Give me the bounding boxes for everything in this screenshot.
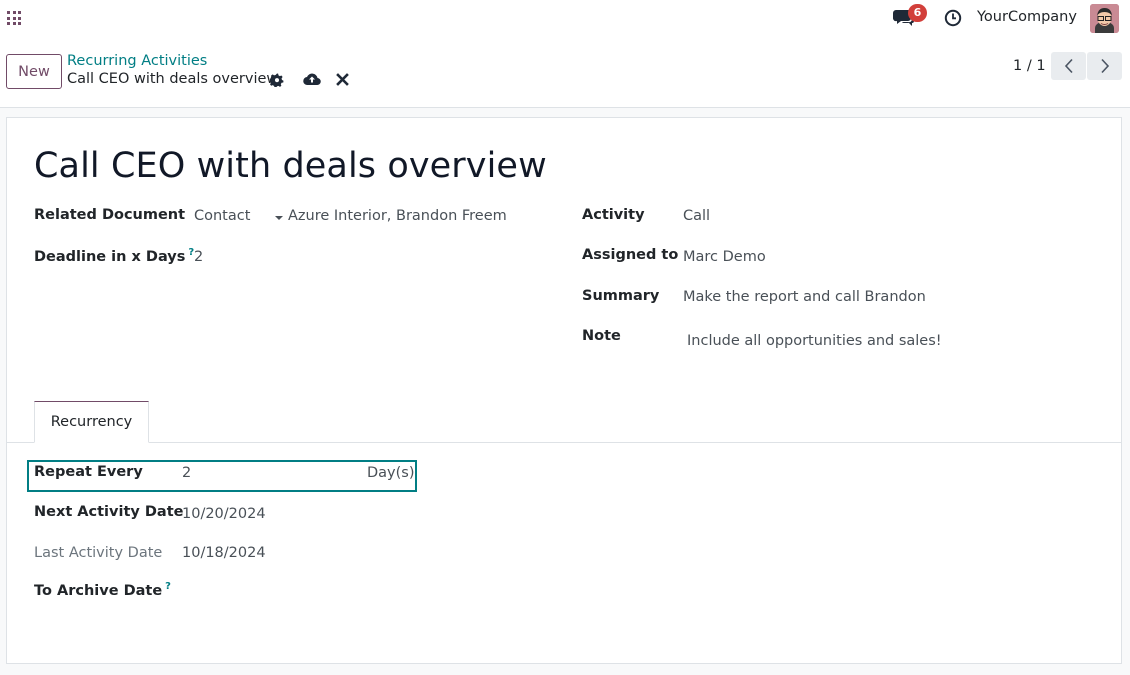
deadline-field[interactable]: 2: [194, 249, 203, 265]
to-archive-date-label: To Archive Date?: [34, 581, 171, 599]
pager-next-button[interactable]: [1087, 52, 1122, 80]
breadcrumb-current-record: Call CEO with deals overview: [67, 71, 279, 87]
related-document-label: Related Document: [34, 207, 186, 223]
repeat-unit-select[interactable]: Day(s): [367, 465, 415, 481]
control-panel: New Recurring Activities Call CEO with d…: [0, 36, 1130, 108]
related-record-field[interactable]: Azure Interior, Brandon Freem: [288, 208, 507, 224]
pager-previous-button[interactable]: [1051, 52, 1086, 80]
next-activity-date-field[interactable]: 10/20/2024: [182, 506, 266, 522]
note-field[interactable]: Include all opportunities and sales!: [687, 333, 942, 349]
top-navbar: 6 YourCompany: [0, 0, 1130, 36]
activity-label: Activity: [582, 207, 645, 223]
deadline-label-text: Deadline in x Days: [34, 248, 186, 265]
summary-field[interactable]: Make the report and call Brandon: [683, 289, 926, 305]
notification-badge: 6: [908, 4, 927, 22]
cloud-upload-icon[interactable]: [303, 71, 321, 87]
to-archive-date-label-text: To Archive Date: [34, 582, 163, 599]
related-model-select[interactable]: Contact: [194, 208, 250, 224]
help-icon[interactable]: ?: [165, 581, 171, 592]
apps-menu-icon[interactable]: [7, 11, 21, 25]
tab-divider: [7, 442, 1121, 443]
pager-value[interactable]: 1 / 1: [1013, 58, 1046, 74]
summary-label: Summary: [582, 288, 660, 304]
chevron-left-icon: [1064, 58, 1073, 74]
repeat-every-field[interactable]: 2: [182, 465, 191, 481]
tab-recurrency[interactable]: Recurrency: [34, 401, 149, 443]
activity-field[interactable]: Call: [683, 208, 710, 224]
user-avatar[interactable]: [1090, 4, 1119, 33]
deadline-label: Deadline in x Days?: [34, 247, 194, 265]
next-activity-date-label: Next Activity Date: [34, 504, 184, 520]
form-sheet: Call CEO with deals overview Related Doc…: [6, 117, 1122, 664]
breadcrumb-recurring-activities[interactable]: Recurring Activities: [67, 53, 207, 69]
repeat-every-label: Repeat Every: [34, 464, 143, 480]
clock-icon[interactable]: [944, 9, 962, 27]
record-title[interactable]: Call CEO with deals overview: [34, 146, 547, 186]
gear-icon[interactable]: [270, 73, 284, 87]
company-switcher[interactable]: YourCompany: [977, 9, 1077, 25]
new-button[interactable]: New: [6, 54, 62, 89]
assigned-to-label: Assigned to: [582, 247, 679, 263]
last-activity-date-value: 10/18/2024: [182, 545, 266, 561]
note-label: Note: [582, 328, 621, 344]
chevron-right-icon: [1100, 58, 1109, 74]
assigned-to-field[interactable]: Marc Demo: [683, 249, 766, 265]
chevron-down-icon[interactable]: [275, 216, 283, 220]
discard-icon[interactable]: [336, 73, 349, 86]
last-activity-date-label: Last Activity Date: [34, 545, 163, 561]
